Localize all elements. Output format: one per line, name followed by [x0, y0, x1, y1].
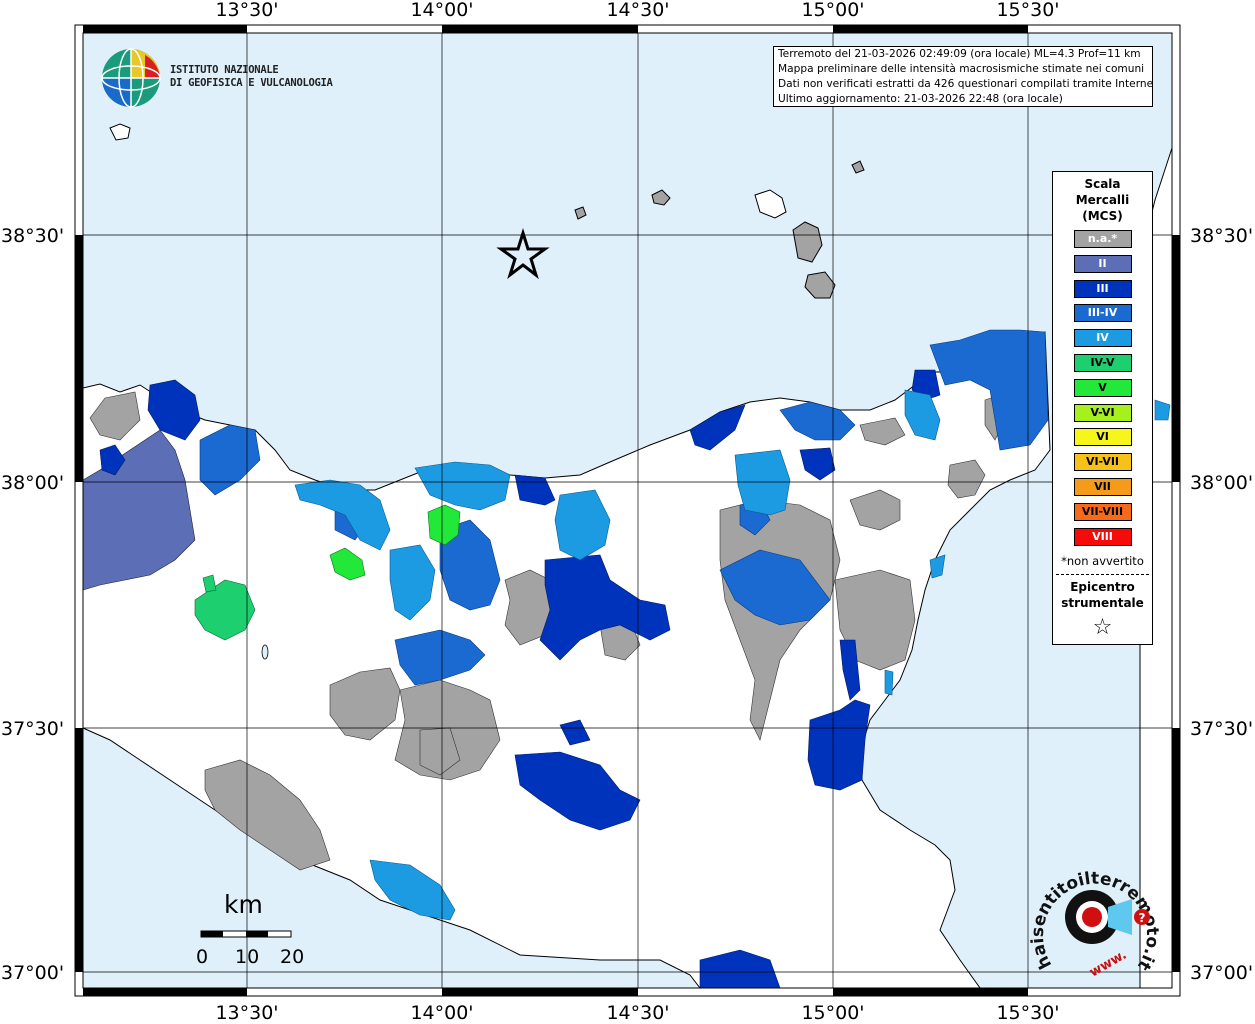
top-tick-labels: 13°30' 14°00' 14°30' 15°00' 15°30' [215, 0, 1059, 21]
legend-swatch: VI [1073, 428, 1132, 447]
legend-swatch: n.a.* [1073, 230, 1132, 248]
legend-divider [1056, 573, 1149, 575]
mcs-legend: Scala Mercalli (MCS) n.a.* II III III-IV… [1052, 171, 1153, 645]
top-label: 15°30' [996, 0, 1059, 21]
event-info-box: Terremoto del 21-03-2026 02:49:09 (ora l… [773, 46, 1153, 107]
top-label: 15°00' [801, 0, 864, 21]
legend-note: *non avvertito [1061, 553, 1144, 568]
scale-label: 10 [235, 946, 260, 968]
legend-swatch: V [1073, 378, 1132, 397]
ingv-line2: DI GEOFISICA E VULCANOLOGIA [170, 77, 333, 89]
legend-title: Scala Mercalli (MCS) [1053, 176, 1152, 224]
legend-swatch: III [1073, 279, 1132, 298]
svg-text:?: ? [1139, 911, 1146, 925]
bottom-label: 15°00' [801, 1002, 864, 1024]
legend-title-1: Scala [1084, 177, 1121, 191]
ingv-globe-icon [101, 48, 161, 108]
scale-bar-graphic [200, 930, 292, 938]
legend-swatch: VI-VII [1073, 453, 1132, 472]
right-label: 38°30' [1190, 225, 1253, 247]
left-label: 37°30' [1, 718, 64, 740]
ingv-name: ISTITUTO NAZIONALE DI GEOFISICA E VULCAN… [170, 64, 333, 90]
legend-title-2: Mercalli [1075, 193, 1130, 207]
legend-swatch: III-IV [1073, 304, 1132, 323]
info-line2: Mappa preliminare delle intensità macros… [778, 63, 1145, 75]
top-label: 14°30' [606, 0, 669, 21]
legend-title-3: (MCS) [1082, 209, 1123, 223]
legend-epi-1: Epicentro [1070, 579, 1135, 594]
bottom-label: 13°30' [215, 1002, 278, 1024]
bottom-label: 14°00' [410, 1002, 473, 1024]
left-tick-labels: 38°30' 38°00' 37°30' 37°00' [1, 225, 64, 984]
legend-items: n.a.* II III III-IV IV IV-V V V-VI VI VI… [1053, 230, 1152, 546]
scale-label: 0 [196, 946, 209, 968]
legend-epi-2: strumentale [1061, 595, 1144, 610]
legend-star-icon: ☆ [1092, 614, 1113, 640]
lake [261, 644, 269, 660]
left-label: 38°00' [1, 472, 64, 494]
left-label: 38°30' [1, 225, 64, 247]
haisentito-logo: haisentitoilterremoto.it www. ? [1030, 869, 1160, 981]
info-line3: Dati non verificati estratti da 426 ques… [778, 78, 1153, 90]
legend-epicenter-label: Epicentro strumentale [1053, 579, 1152, 611]
ingv-logo: ISTITUTO NAZIONALE DI GEOFISICA E VULCAN… [100, 47, 340, 109]
info-line1: Terremoto del 21-03-2026 02:49:09 (ora l… [778, 48, 1141, 60]
bottom-label: 15°30' [996, 1002, 1059, 1024]
bottom-tick-labels: 13°30' 14°00' 14°30' 15°00' 15°30' [215, 1002, 1059, 1024]
legend-swatch: IV [1073, 329, 1132, 348]
scale-bar: km 0 10 20 [190, 890, 310, 970]
legend-swatch: II [1073, 254, 1132, 273]
right-label: 37°00' [1190, 962, 1253, 984]
right-tick-labels: 38°30' 38°00' 37°30' 37°00' [1190, 225, 1253, 984]
legend-swatch: VIII [1073, 527, 1132, 546]
right-label: 38°00' [1190, 472, 1253, 494]
ingv-line1: ISTITUTO NAZIONALE [170, 64, 279, 76]
left-label: 37°00' [1, 962, 64, 984]
legend-swatch: IV-V [1073, 353, 1132, 372]
legend-swatch: VII [1073, 477, 1132, 496]
info-line4: Ultimo aggiornamento: 21-03-2026 22:48 (… [778, 93, 1063, 105]
legend-swatch: VII-VIII [1073, 502, 1132, 521]
top-label: 13°30' [215, 0, 278, 21]
right-label: 37°30' [1190, 718, 1253, 740]
top-label: 14°00' [410, 0, 473, 21]
haisentito-prefix: www. [1087, 947, 1129, 980]
bottom-label: 14°30' [606, 1002, 669, 1024]
legend-swatch: V-VI [1073, 403, 1132, 422]
scale-label: 20 [280, 946, 305, 968]
